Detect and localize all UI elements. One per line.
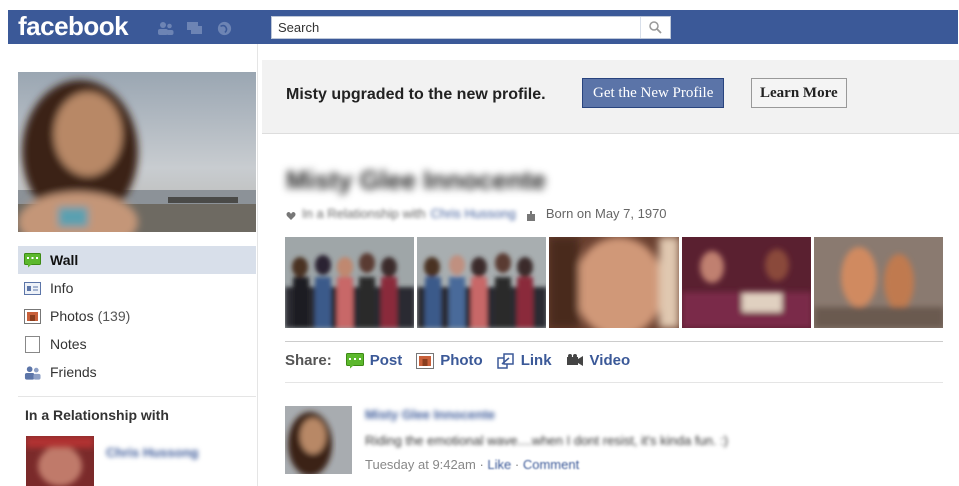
banner-message: Misty upgraded to the new profile. — [286, 86, 546, 103]
relationship-partner-inline-link[interactable]: Chris Hussong — [431, 206, 516, 221]
share-label: Share: — [285, 352, 332, 369]
share-video-button[interactable]: Video — [566, 352, 631, 369]
strip-photo[interactable] — [681, 237, 811, 328]
get-new-profile-button[interactable]: Get the New Profile — [582, 78, 725, 108]
sidebar-item-photos[interactable]: Photos (139) — [18, 302, 256, 330]
sidebar-item-notes[interactable]: Notes — [18, 330, 256, 358]
friends-icon — [24, 365, 41, 380]
relationship-partner-link[interactable]: Chris Hussong — [106, 445, 198, 460]
facebook-logo[interactable]: facebook — [18, 11, 129, 42]
birthday-icon — [526, 209, 536, 221]
post-icon — [345, 352, 364, 369]
sidebar-item-label: Notes — [50, 336, 87, 352]
story-timestamp[interactable]: Tuesday at 9:42am — [365, 457, 476, 472]
share-divider — [285, 341, 943, 342]
story-text: Riding the emotional wave....when I dont… — [365, 433, 729, 448]
upgrade-banner: Misty upgraded to the new profile. Get t… — [262, 60, 959, 134]
photo-strip — [285, 237, 944, 328]
relationship-status-text: In a Relationship with — [302, 206, 426, 221]
relationship-divider — [18, 396, 256, 397]
messages-icon[interactable] — [186, 21, 203, 36]
meta-separator: · — [514, 457, 520, 472]
video-icon — [566, 353, 584, 369]
search-box — [271, 16, 671, 39]
friend-requests-icon[interactable] — [157, 21, 174, 36]
search-icon — [649, 21, 662, 34]
photo-count: (139) — [97, 308, 131, 324]
sidebar-item-label: Friends — [50, 364, 97, 380]
share-photo-label: Photo — [440, 352, 483, 369]
photos-icon — [24, 308, 41, 324]
info-card-icon — [24, 281, 41, 296]
share-post-button[interactable]: Post — [345, 352, 403, 369]
search-input[interactable] — [272, 17, 642, 38]
sidebar-item-label: Info — [50, 280, 74, 296]
comment-link[interactable]: Comment — [523, 457, 579, 472]
relationship-heading: In a Relationship with — [25, 407, 169, 423]
strip-photo[interactable] — [285, 237, 415, 328]
strip-photo[interactable] — [417, 237, 547, 328]
notifications-globe-icon[interactable] — [216, 21, 233, 36]
story-author-link[interactable]: Misty Glee Innocente — [365, 407, 495, 422]
profile-name: Misty Glee Innocente — [286, 165, 547, 195]
share-link-button[interactable]: Link — [496, 352, 552, 369]
profile-info-line: In a Relationship with Chris Hussong Bor… — [286, 206, 667, 221]
sidebar-item-info[interactable]: Info — [18, 274, 256, 302]
strip-photo[interactable] — [549, 237, 679, 328]
sidebar-item-label: Wall — [50, 252, 79, 268]
column-divider — [257, 44, 258, 486]
relationship-partner-picture[interactable] — [26, 436, 94, 486]
top-bar: facebook — [8, 10, 958, 44]
share-bar: Share: Post Photo Link Video — [285, 352, 644, 369]
feed-divider — [285, 382, 943, 383]
share-photo-button[interactable]: Photo — [416, 352, 483, 369]
share-link-label: Link — [520, 352, 552, 369]
like-link[interactable]: Like — [487, 457, 511, 472]
sidebar-item-label: Photos — [50, 308, 94, 324]
story-meta: Tuesday at 9:42am · Like · Comment — [365, 457, 579, 472]
profile-nav: Wall Info Photos (139) Notes Friends — [18, 246, 256, 386]
heart-icon — [286, 209, 296, 220]
meta-separator: · — [479, 457, 484, 472]
notes-icon — [24, 335, 41, 353]
photo-icon — [416, 352, 435, 369]
birthday-text: Born on May 7, 1970 — [545, 206, 667, 221]
share-post-label: Post — [369, 352, 403, 369]
learn-more-button[interactable]: Learn More — [751, 78, 847, 108]
sidebar-item-friends[interactable]: Friends — [18, 358, 256, 386]
profile-picture[interactable] — [18, 72, 256, 232]
sidebar-item-wall[interactable]: Wall — [18, 246, 256, 274]
strip-photo[interactable] — [813, 237, 944, 328]
story-author-picture[interactable] — [285, 406, 352, 474]
wall-speech-icon — [24, 252, 41, 268]
search-button[interactable] — [640, 17, 670, 38]
share-video-label: Video — [589, 352, 631, 369]
link-icon — [496, 352, 515, 369]
